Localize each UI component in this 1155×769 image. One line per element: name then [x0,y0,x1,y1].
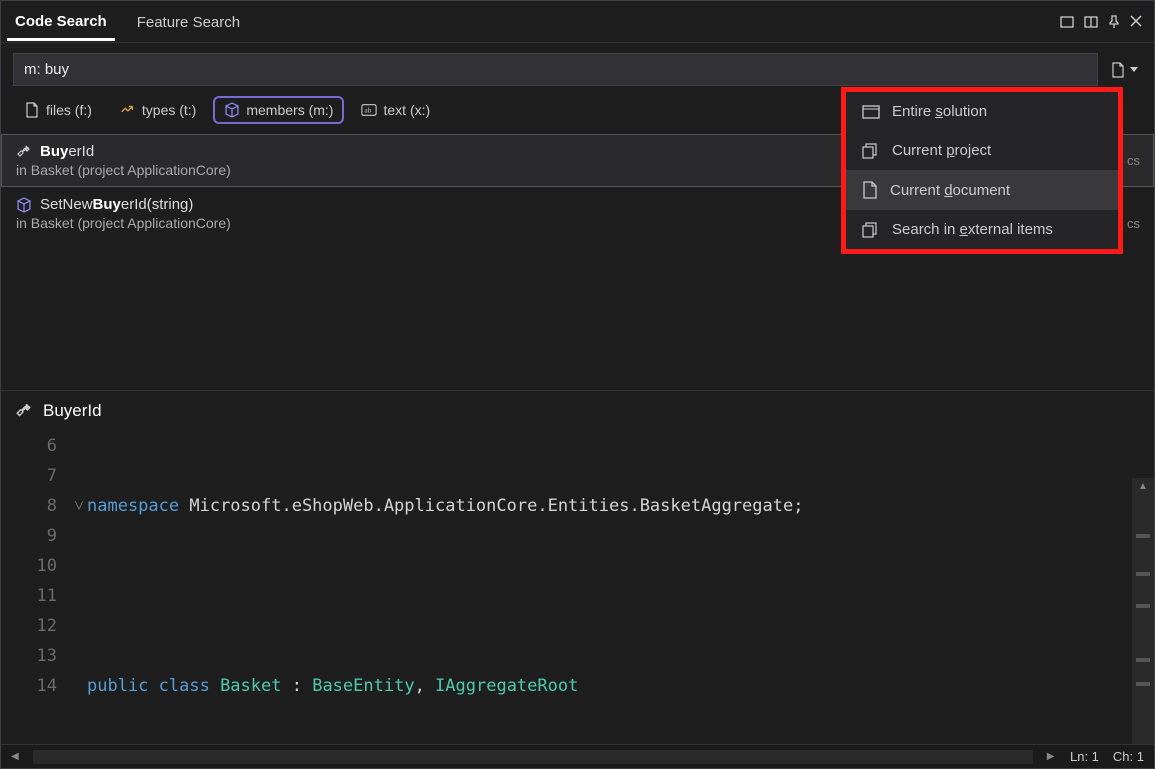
dock-split-icon[interactable] [1084,15,1098,29]
vertical-scrollbar[interactable]: ▲ [1132,478,1154,746]
window-icon [862,104,880,120]
status-line: Ln: 1 [1070,749,1099,764]
filter-members[interactable]: members (m:) [213,96,344,124]
search-input[interactable] [13,53,1098,86]
close-icon[interactable] [1130,15,1142,29]
filter-types[interactable]: types (t:) [109,96,207,124]
top-tab-bar: Code Search Feature Search [1,1,1154,43]
cube-icon [16,197,32,213]
documents-icon [862,143,880,159]
types-icon [120,102,136,118]
line-gutter: 6 7 8 9 10 11 12 13 14 [1,431,71,696]
wrench-icon [16,144,32,160]
dock-window-icon[interactable] [1060,15,1074,29]
svg-text:ab: ab [365,107,372,115]
scope-entire-solution[interactable]: Entire solution [846,92,1118,131]
code-body[interactable]: namespace Microsoft.eShopWeb.Application… [87,431,1154,696]
scope-current-project[interactable]: Current project [846,131,1118,170]
preview-header: BuyerId [1,390,1154,431]
scope-dropdown-button[interactable] [1106,58,1142,82]
document-icon [862,181,878,199]
text-icon: ab [361,102,377,118]
cube-icon [224,102,240,118]
filter-types-label: types (t:) [142,102,196,118]
chevron-down-icon [1130,67,1138,73]
preview-title: BuyerId [43,401,102,421]
tab-code-search[interactable]: Code Search [7,3,115,41]
filter-text[interactable]: ab text (x:) [350,96,441,124]
code-preview: 6 7 8 9 10 11 12 13 14 ˅ namespace Micro… [1,431,1154,696]
scope-current-document[interactable]: Current document [846,170,1118,210]
pin-icon[interactable] [1108,15,1120,29]
scroll-right-icon[interactable]: ▶ [1047,751,1055,762]
search-row [1,43,1154,92]
filter-files[interactable]: files (f:) [13,96,103,124]
filter-files-label: files (f:) [46,102,92,118]
filter-members-label: members (m:) [246,102,333,118]
filter-text-label: text (x:) [383,102,430,118]
document-icon [1110,62,1126,78]
fold-column[interactable]: ˅ [71,431,87,696]
scroll-left-icon[interactable]: ◀ [11,751,19,762]
documents-icon [862,222,880,238]
horizontal-scrollbar[interactable] [33,750,1033,764]
file-icon [24,102,40,118]
scope-external-items[interactable]: Search in external items [846,210,1118,249]
scope-menu: Entire solution Current project Current … [841,87,1123,254]
wrench-icon [15,402,33,420]
status-bar: ◀ ▶ Ln: 1 Ch: 1 [1,744,1154,768]
tab-feature-search[interactable]: Feature Search [129,4,248,39]
status-col: Ch: 1 [1113,749,1144,764]
